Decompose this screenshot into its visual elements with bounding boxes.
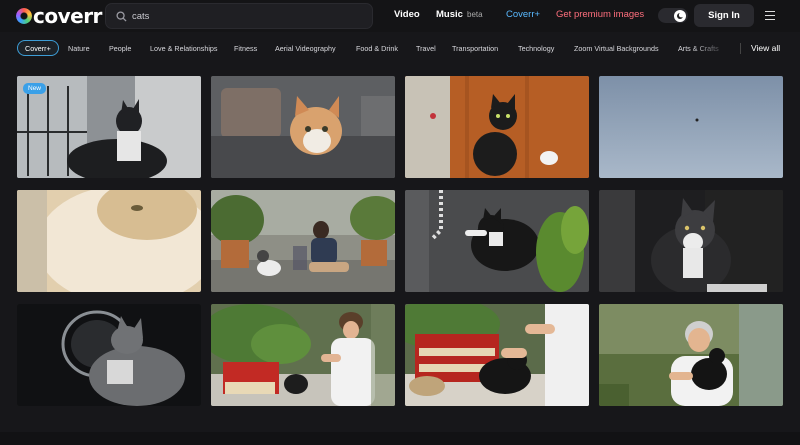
logo-text: coverr	[33, 4, 102, 28]
video-thumbnail	[211, 304, 395, 406]
nav-coverr-plus[interactable]: Coverr+	[506, 9, 540, 20]
video-tile[interactable]	[211, 304, 395, 406]
nav-video[interactable]: Video	[394, 9, 420, 20]
video-tile[interactable]	[405, 190, 589, 292]
search-input[interactable]	[132, 10, 352, 22]
category-transportation[interactable]: Transportation	[452, 40, 498, 56]
video-thumbnail	[17, 190, 201, 292]
category-food-drink[interactable]: Food & Drink	[356, 40, 398, 56]
video-tile[interactable]	[17, 190, 201, 292]
video-tile[interactable]	[599, 190, 783, 292]
search-box[interactable]	[105, 3, 373, 29]
theme-toggle[interactable]	[658, 8, 688, 23]
moon-icon	[677, 12, 684, 19]
video-thumbnail	[405, 190, 589, 292]
category-fitness[interactable]: Fitness	[234, 40, 257, 56]
view-all-link[interactable]: View all	[751, 43, 780, 53]
video-thumbnail	[599, 190, 783, 292]
nav-premium-images[interactable]: Get premium images	[556, 9, 644, 20]
video-thumbnail	[211, 190, 395, 292]
video-thumbnail	[17, 304, 201, 406]
category-people[interactable]: People	[109, 40, 131, 56]
video-thumbnail	[211, 76, 395, 178]
new-badge: New	[23, 83, 47, 94]
video-thumbnail	[405, 76, 589, 178]
video-tile[interactable]: New	[17, 76, 201, 178]
video-thumbnail	[405, 304, 589, 406]
music-beta-badge: beta	[467, 10, 483, 19]
nav-music[interactable]: Music	[436, 9, 463, 20]
coverr-logo[interactable]: coverr	[16, 5, 102, 27]
top-navbar: coverr Video Music beta Coverr+ Get prem…	[0, 0, 800, 32]
category-divider	[740, 43, 741, 54]
sign-in-button[interactable]: Sign In	[694, 4, 754, 27]
video-tile[interactable]	[405, 76, 589, 178]
hamburger-menu-icon[interactable]	[765, 11, 775, 20]
category-coverr-plus[interactable]: Coverr+	[17, 40, 59, 56]
category-nature[interactable]: Nature	[68, 40, 90, 56]
category-bar: Coverr+ Nature People Love & Relationshi…	[0, 37, 800, 59]
search-icon	[116, 10, 127, 22]
category-zoom-backgrounds[interactable]: Zoom Virtual Backgrounds	[574, 40, 659, 56]
footer-strip	[0, 432, 800, 445]
video-tile[interactable]	[405, 304, 589, 406]
video-tile[interactable]	[211, 76, 395, 178]
category-fade	[690, 37, 740, 59]
theme-knob	[674, 9, 686, 22]
video-tile[interactable]	[211, 190, 395, 292]
video-tile[interactable]	[599, 304, 783, 406]
category-technology[interactable]: Technology	[518, 40, 554, 56]
category-aerial-videography[interactable]: Aerial Videography	[275, 40, 336, 56]
category-love-relationships[interactable]: Love & Relationships	[150, 40, 218, 56]
logo-icon	[16, 8, 32, 24]
video-tile[interactable]	[599, 76, 783, 178]
video-thumbnail	[599, 304, 783, 406]
category-travel[interactable]: Travel	[416, 40, 436, 56]
video-thumbnail	[599, 76, 783, 178]
video-tile[interactable]	[17, 304, 201, 406]
